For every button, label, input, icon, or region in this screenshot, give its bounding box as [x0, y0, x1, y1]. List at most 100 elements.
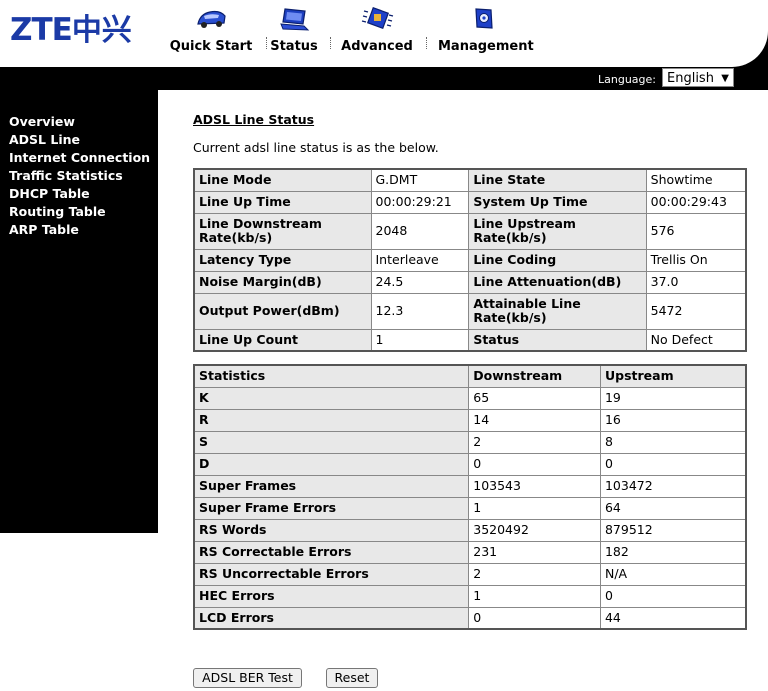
noise-margin-label: Noise Margin(dB): [193, 270, 372, 294]
stat-downstream: 103543: [468, 474, 601, 498]
line-coding-label: Line Coding: [468, 248, 647, 272]
page-description: Current adsl line status is as the below…: [193, 140, 439, 155]
attainable-rate-label: Attainable Line Rate(kb/s): [468, 292, 647, 330]
line-up-count-label: Line Up Count: [193, 328, 372, 352]
table-row: Latency Type Interleave Line Coding Trel…: [193, 248, 747, 272]
content-corner: [158, 90, 198, 130]
sidebar-item-routing-table[interactable]: Routing Table: [9, 203, 150, 221]
column-header: Upstream: [599, 364, 747, 388]
table-header-row: Statistics Downstream Upstream: [193, 364, 747, 388]
status-label: Status: [468, 328, 647, 352]
nav-management[interactable]: Management: [438, 6, 534, 54]
stat-label: D: [193, 452, 470, 476]
table-row: HEC Errors 1 0: [193, 584, 747, 608]
logo-cn: 中兴: [71, 13, 132, 48]
nav-status[interactable]: Status: [270, 6, 318, 54]
stat-upstream: 44: [599, 606, 747, 630]
stat-downstream: 1: [468, 584, 601, 608]
page-title: ADSL Line Status: [193, 112, 315, 127]
table-row: Line Up Count 1 Status No Defect: [193, 328, 747, 352]
table-row: Line Up Time 00:00:29:21 System Up Time …: [193, 190, 747, 214]
nav-label: Advanced: [341, 39, 413, 54]
language-label: Language:: [598, 73, 656, 86]
line-attenuation-label: Line Attenuation(dB): [468, 270, 647, 294]
stat-upstream: 182: [599, 540, 747, 564]
laptop-icon: [280, 8, 310, 31]
table-row: S 2 8: [193, 430, 747, 454]
sidebar-item-internet-connection[interactable]: Internet Connection: [9, 149, 150, 167]
car-icon: [197, 10, 226, 28]
attainable-rate-value: 5472: [645, 292, 747, 330]
nav-label: Management: [438, 39, 534, 54]
table-row: RS Correctable Errors 231 182: [193, 540, 747, 564]
line-up-count-value: 1: [370, 328, 470, 352]
downstream-rate-label: Line Downstream Rate(kb/s): [193, 212, 372, 250]
latency-type-value: Interleave: [370, 248, 470, 272]
stat-upstream: 103472: [599, 474, 747, 498]
nav-advanced[interactable]: Advanced: [341, 6, 413, 54]
chip-icon: [361, 6, 394, 30]
table-row: Super Frames 103543 103472: [193, 474, 747, 498]
nav-quick-start[interactable]: Quick Start: [168, 6, 254, 54]
upstream-rate-value: 576: [645, 212, 747, 250]
sidebar-item-overview[interactable]: Overview: [9, 113, 150, 131]
header-bar: ZTE中兴 Quick Start Status Advanced Manage…: [0, 0, 768, 90]
nav-divider: [266, 37, 268, 49]
stat-upstream: 0: [599, 584, 747, 608]
stat-downstream: 65: [468, 386, 601, 410]
stat-downstream: 14: [468, 408, 601, 432]
stat-label: Super Frames: [193, 474, 470, 498]
line-status-table: Line Mode G.DMT Line State Showtime Line…: [193, 168, 747, 352]
output-power-value: 12.3: [370, 292, 470, 330]
line-up-time-value: 00:00:29:21: [370, 190, 470, 214]
sidebar-item-arp-table[interactable]: ARP Table: [9, 221, 150, 239]
table-row: K 65 19: [193, 386, 747, 410]
latency-type-label: Latency Type: [193, 248, 372, 272]
zte-logo: ZTE中兴: [10, 10, 132, 51]
line-attenuation-value: 37.0: [645, 270, 747, 294]
language-select[interactable]: English ▼: [662, 68, 734, 87]
sidebar-item-traffic-statistics[interactable]: Traffic Statistics: [9, 167, 150, 185]
system-up-time-label: System Up Time: [468, 190, 647, 214]
language-selected: English: [667, 71, 714, 86]
downstream-rate-value: 2048: [370, 212, 470, 250]
output-power-label: Output Power(dBm): [193, 292, 372, 330]
nav-label: Status: [270, 39, 318, 54]
table-row: D 0 0: [193, 452, 747, 476]
stat-downstream: 1: [468, 496, 601, 520]
stat-label: R: [193, 408, 470, 432]
stat-downstream: 0: [468, 452, 601, 476]
stat-downstream: 3520492: [468, 518, 601, 542]
stat-upstream: 16: [599, 408, 747, 432]
line-state-label: Line State: [468, 168, 647, 192]
line-coding-value: Trellis On: [645, 248, 747, 272]
sidebar: Overview ADSL Line Internet Connection T…: [0, 90, 158, 533]
table-row: RS Uncorrectable Errors 2 N/A: [193, 562, 747, 586]
stat-label: K: [193, 386, 470, 410]
table-row: Line Downstream Rate(kb/s) 2048 Line Ups…: [193, 212, 747, 250]
noise-margin-value: 24.5: [370, 270, 470, 294]
line-up-time-label: Line Up Time: [193, 190, 372, 214]
table-row: Noise Margin(dB) 24.5 Line Attenuation(d…: [193, 270, 747, 294]
sidebar-item-dhcp-table[interactable]: DHCP Table: [9, 185, 150, 203]
line-state-value: Showtime: [645, 168, 747, 192]
stat-label: HEC Errors: [193, 584, 470, 608]
stat-upstream: 8: [599, 430, 747, 454]
stat-upstream: 19: [599, 386, 747, 410]
table-row: Super Frame Errors 1 64: [193, 496, 747, 520]
table-row: R 14 16: [193, 408, 747, 432]
status-value: No Defect: [645, 328, 747, 352]
stat-label: RS Uncorrectable Errors: [193, 562, 470, 586]
stat-downstream: 0: [468, 606, 601, 630]
sidebar-item-adsl-line[interactable]: ADSL Line: [9, 131, 150, 149]
dropdown-arrow-icon: ▼: [721, 73, 729, 84]
adsl-ber-test-button[interactable]: ADSL BER Test: [193, 668, 302, 688]
language-bar: Language: English ▼: [514, 68, 734, 88]
header-panel: ZTE中兴 Quick Start Status Advanced Manage…: [0, 0, 768, 67]
sidebar-menu: Overview ADSL Line Internet Connection T…: [9, 113, 150, 239]
stat-label: LCD Errors: [193, 606, 470, 630]
device-icon: [475, 8, 493, 29]
reset-button[interactable]: Reset: [326, 668, 378, 688]
column-header: Statistics: [193, 364, 470, 388]
stat-downstream: 2: [468, 430, 601, 454]
